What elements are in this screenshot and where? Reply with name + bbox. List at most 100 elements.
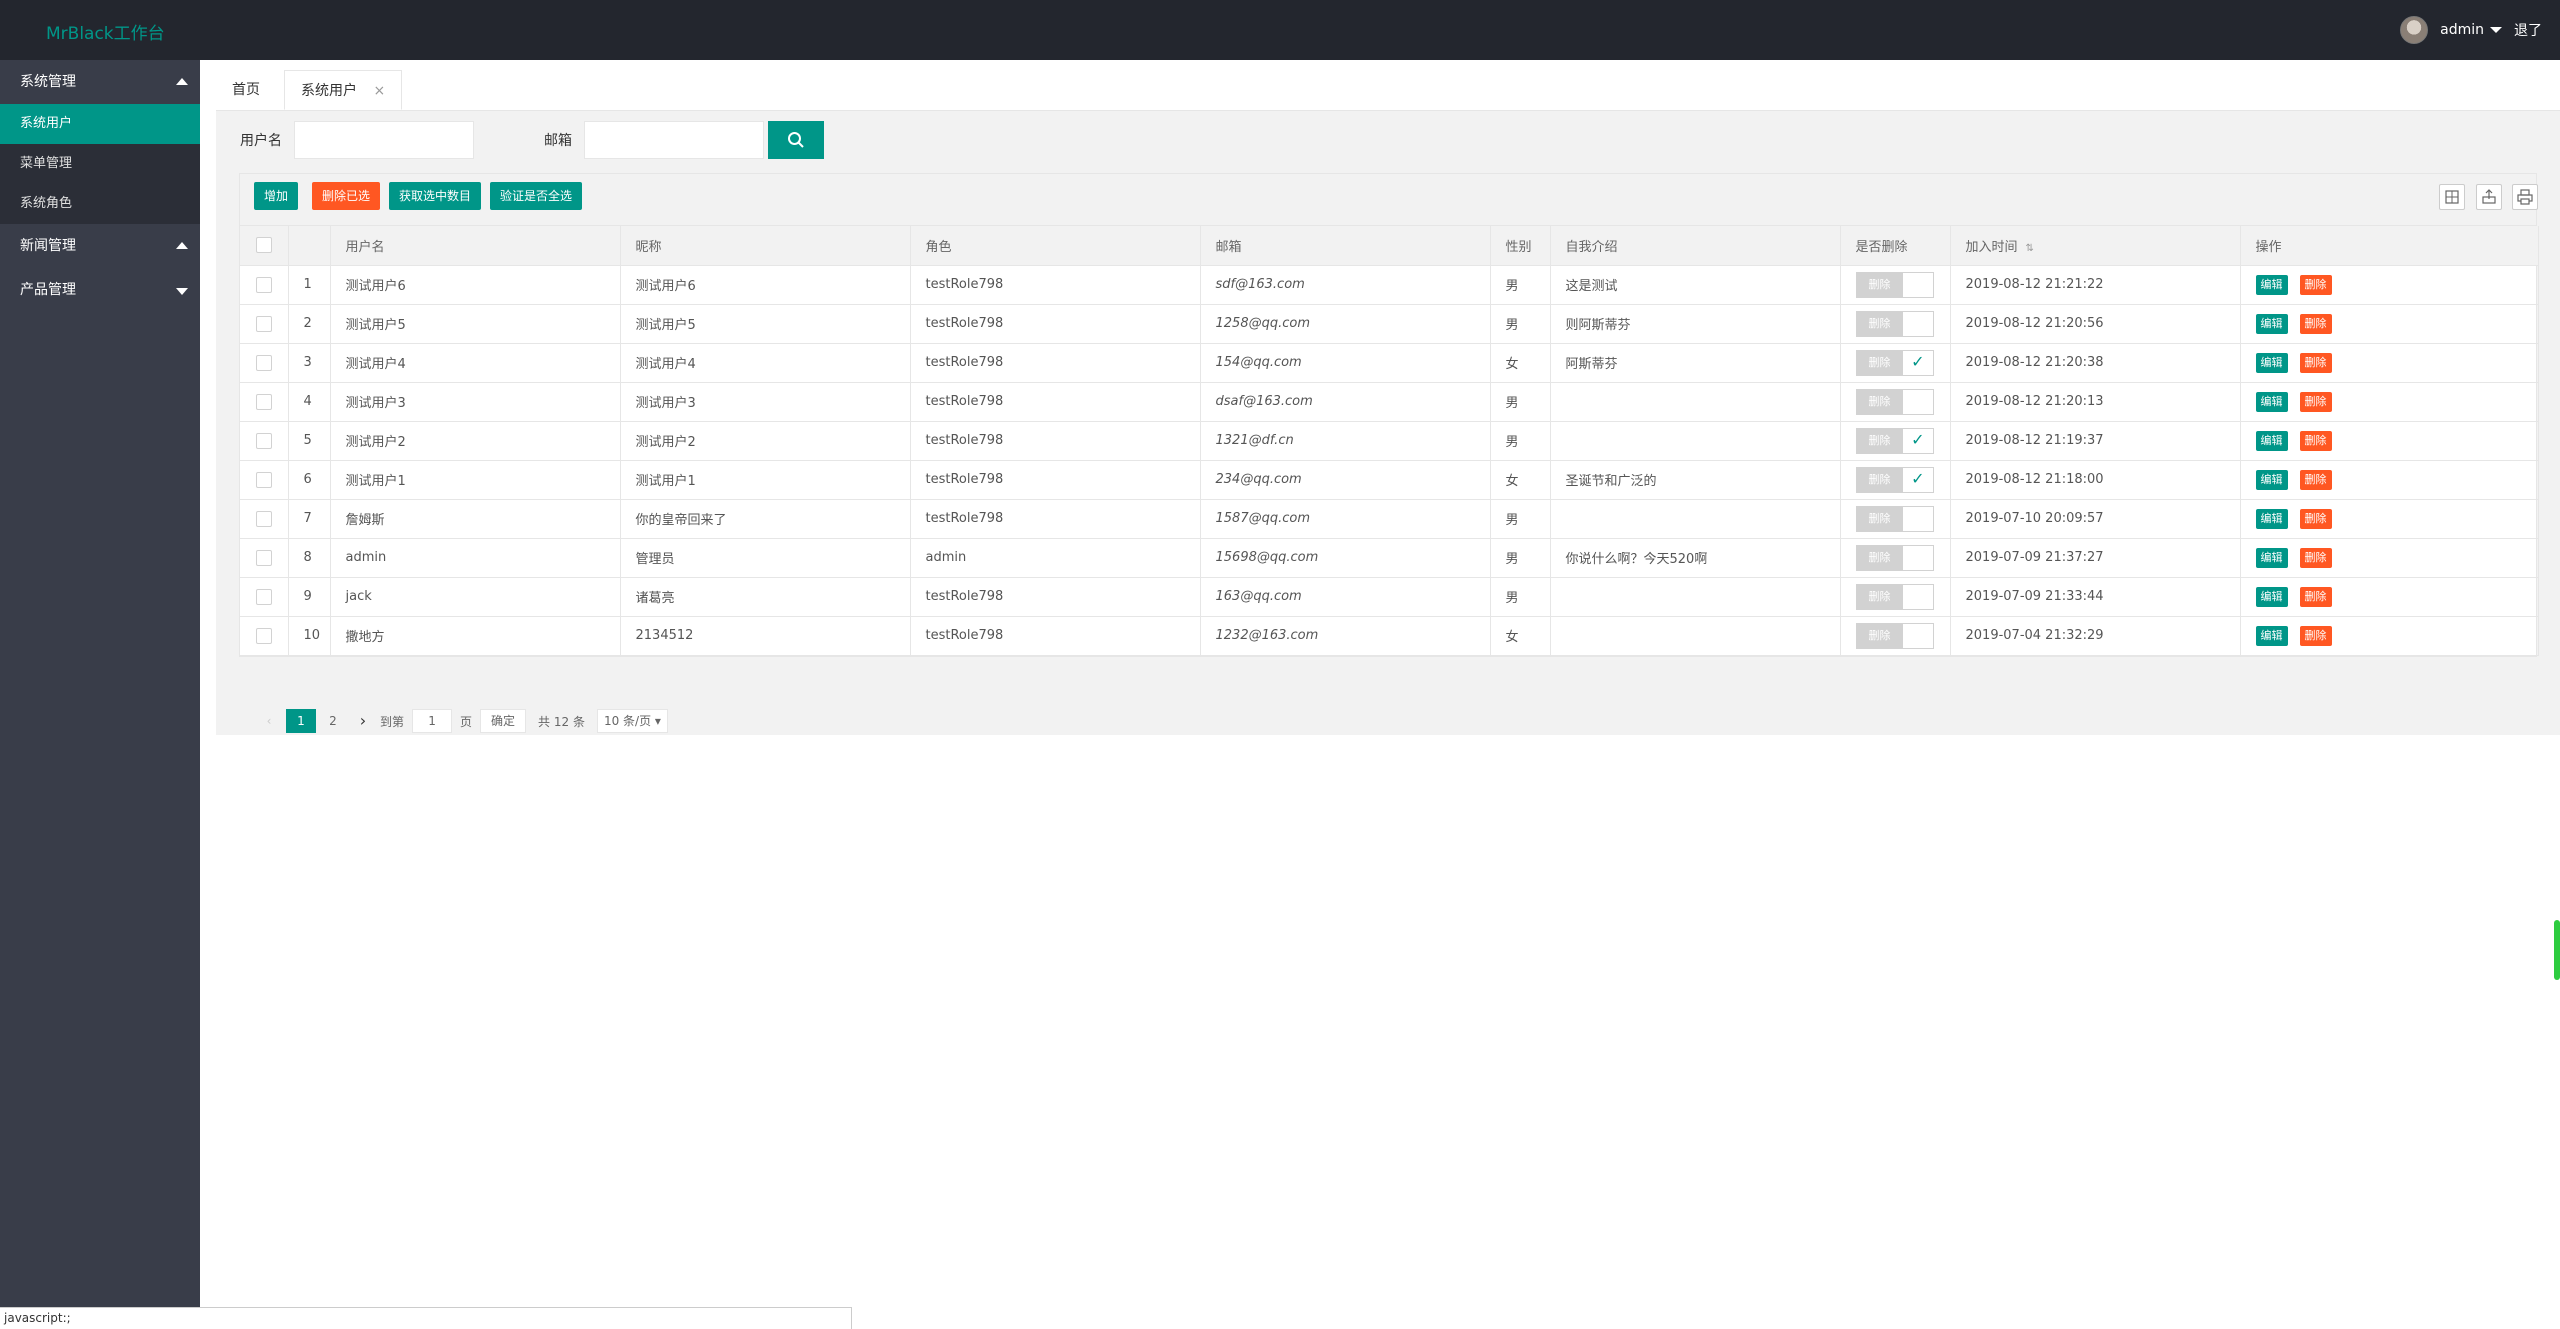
edit-button[interactable]: 编辑 — [2255, 508, 2288, 529]
row-checkbox[interactable] — [255, 627, 272, 644]
row-checkbox-cell[interactable] — [240, 577, 289, 617]
deleted-switch[interactable]: 删除 — [1855, 544, 1934, 571]
edit-button[interactable]: 编辑 — [2255, 547, 2288, 568]
deleted-switch[interactable]: 删除 ✓ — [1855, 427, 1934, 454]
delete-button[interactable]: 删除 — [2299, 391, 2332, 412]
deleted-switch[interactable]: 删除 — [1855, 271, 1934, 298]
row-checkbox-cell[interactable] — [240, 304, 289, 344]
table-row[interactable]: 1 测试用户6 测试用户6 testRole798 sdf@163.com 男这是测试 删除… — [240, 265, 2539, 305]
row-checkbox[interactable] — [255, 315, 272, 332]
row-checkbox[interactable] — [255, 549, 272, 566]
page-size-select[interactable]: 10 条/页 ▾ — [596, 709, 668, 733]
delete-button[interactable]: 删除 — [2299, 430, 2332, 451]
logout-link[interactable]: 退了 — [2514, 20, 2542, 40]
deleted-switch[interactable]: 删除 ✓ — [1855, 349, 1934, 376]
select-all-checkbox-cell[interactable] — [240, 226, 289, 266]
get-selected-count-button[interactable]: 获取选中数目 — [389, 182, 482, 210]
email-input[interactable] — [584, 121, 764, 159]
row-checkbox-cell[interactable] — [240, 616, 289, 656]
print-icon[interactable] — [2512, 184, 2538, 210]
row-checkbox-cell[interactable] — [240, 499, 289, 539]
row-checkbox[interactable] — [255, 393, 272, 410]
verify-all-selected-button[interactable]: 验证是否全选 — [490, 182, 583, 210]
sort-icon[interactable]: ⇅ — [2026, 243, 2034, 254]
goto-confirm-button[interactable]: 确定 — [480, 709, 527, 733]
delete-button[interactable]: 删除 — [2299, 508, 2332, 529]
table-row[interactable]: 10 撒地方 2134512 testRole798 1232@163.com 女 删除 20… — [240, 616, 2539, 656]
table-row[interactable]: 4 测试用户3 测试用户3 testRole798 dsaf@163.com 男删除 201… — [240, 382, 2539, 422]
columns-icon[interactable] — [2439, 184, 2465, 210]
table-row[interactable]: 6 测试用户1 测试用户1 testRole798 234@qq.com 女圣诞节和广泛的… — [240, 460, 2539, 500]
column-header-join-time[interactable]: 加入时间 ⇅ — [1950, 226, 2241, 266]
deleted-switch[interactable]: 删除 — [1855, 388, 1934, 415]
tab-home[interactable]: 首页 — [216, 70, 276, 110]
nav-group-system[interactable]: 系统管理 — [0, 60, 200, 104]
username-input[interactable] — [294, 121, 474, 159]
delete-button[interactable]: 删除 — [2299, 274, 2332, 295]
row-checkbox-cell[interactable] — [240, 460, 289, 500]
add-button[interactable]: 增加 — [254, 182, 299, 210]
deleted-switch[interactable]: 删除 — [1855, 505, 1934, 532]
username[interactable]: admin — [2440, 22, 2484, 38]
row-checkbox[interactable] — [255, 588, 272, 605]
delete-button[interactable]: 删除 — [2299, 352, 2332, 373]
row-checkbox-cell[interactable] — [240, 265, 289, 305]
edit-button[interactable]: 编辑 — [2255, 469, 2288, 490]
nav-group-products[interactable]: 产品管理 — [0, 268, 200, 312]
scroll-indicator[interactable] — [2554, 920, 2560, 980]
table-row[interactable]: 9 jack 诸葛亮 testRole798 163@qq.com 男 删除 2019-07-… — [240, 577, 2539, 617]
nav-group-news[interactable]: 新闻管理 — [0, 224, 200, 268]
edit-button[interactable]: 编辑 — [2255, 352, 2288, 373]
select-all-checkbox[interactable] — [255, 237, 272, 254]
user-menu[interactable]: admin — [2400, 16, 2502, 44]
row-checkbox-cell[interactable] — [240, 382, 289, 422]
row-checkbox-cell[interactable] — [240, 421, 289, 461]
table-row[interactable]: 8 admin 管理员 admin 15698@qq.com 男你说什么啊？今天520啊删… — [240, 538, 2539, 578]
edit-button[interactable]: 编辑 — [2255, 391, 2288, 412]
table-row[interactable]: 3 测试用户4 测试用户4 testRole798 154@qq.com 女阿斯蒂芬 删除 ✓… — [240, 343, 2539, 383]
page-2-button[interactable]: 2 — [320, 709, 346, 733]
table-row[interactable]: 2 测试用户5 测试用户5 testRole798 1258@qq.com 男则阿斯蒂芬删… — [240, 304, 2539, 344]
sidebar-item-system-roles[interactable]: 系统角色 — [0, 184, 200, 224]
prev-page-button[interactable]: ‹ — [256, 709, 282, 733]
table-row[interactable]: 5 测试用户2 测试用户2 testRole798 1321@df.cn 男删除 ✓ 2019… — [240, 421, 2539, 461]
edit-button[interactable]: 编辑 — [2255, 586, 2288, 607]
close-icon[interactable]: × — [373, 83, 385, 99]
deleted-switch[interactable]: 删除 — [1855, 583, 1934, 610]
tab-system-users[interactable]: 系统用户 × — [284, 70, 403, 110]
delete-button[interactable]: 删除 — [2299, 625, 2332, 646]
app-logo[interactable]: MrBlack工作台 — [46, 19, 165, 44]
delete-button[interactable]: 删除 — [2299, 313, 2332, 334]
edit-button[interactable]: 编辑 — [2255, 313, 2288, 334]
row-checkbox-cell[interactable] — [240, 538, 289, 578]
chevron-down-icon[interactable] — [2490, 27, 2502, 33]
sidebar-item-system-users[interactable]: 系统用户 — [0, 104, 200, 144]
cell-intro — [1550, 421, 1841, 461]
cell-role: testRole798 — [910, 499, 1201, 539]
deleted-switch[interactable]: 删除 — [1855, 310, 1934, 337]
row-checkbox[interactable] — [255, 471, 272, 488]
sidebar-item-menu-management[interactable]: 菜单管理 — [0, 144, 200, 184]
delete-button[interactable]: 删除 — [2299, 469, 2332, 490]
row-checkbox-cell[interactable] — [240, 343, 289, 383]
edit-button[interactable]: 编辑 — [2255, 430, 2288, 451]
delete-selected-button[interactable]: 删除已选 — [312, 182, 381, 210]
export-icon[interactable] — [2476, 184, 2502, 210]
edit-button[interactable]: 编辑 — [2255, 625, 2288, 646]
row-checkbox[interactable] — [255, 432, 272, 449]
row-checkbox[interactable] — [255, 354, 272, 371]
next-page-button[interactable]: › — [350, 709, 376, 733]
row-checkbox[interactable] — [255, 510, 272, 527]
goto-page-input[interactable]: 1 — [412, 709, 453, 733]
deleted-switch[interactable]: 删除 — [1855, 622, 1934, 649]
deleted-switch[interactable]: 删除 ✓ — [1855, 466, 1934, 493]
page-1-button[interactable]: 1 — [286, 709, 316, 733]
search-button[interactable] — [768, 121, 824, 159]
row-checkbox[interactable] — [255, 276, 272, 293]
delete-button[interactable]: 删除 — [2299, 586, 2332, 607]
cell-intro: 你说什么啊？今天520啊 — [1550, 538, 1841, 578]
delete-button[interactable]: 删除 — [2299, 547, 2332, 568]
avatar[interactable] — [2400, 16, 2429, 44]
edit-button[interactable]: 编辑 — [2255, 274, 2288, 295]
table-row[interactable]: 7 詹姆斯 你的皇帝回来了 testRole798 1587@qq.com 男 删除 2019… — [240, 499, 2539, 539]
